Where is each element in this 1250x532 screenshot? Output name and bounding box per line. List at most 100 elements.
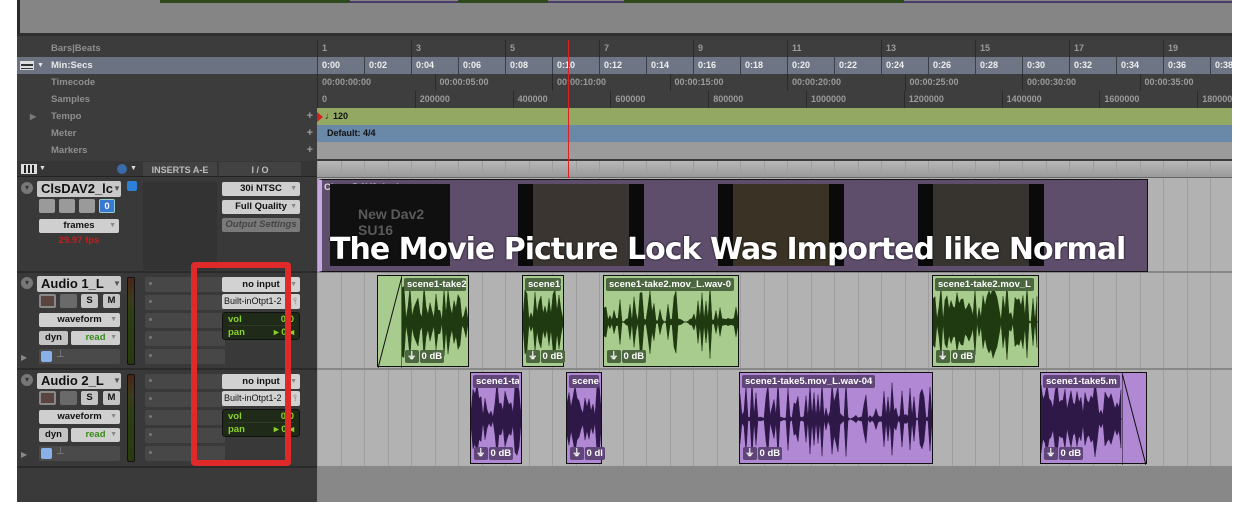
clock-icon[interactable]: [117, 164, 127, 174]
track-name[interactable]: Audio 1_L: [37, 276, 121, 292]
mute-button[interactable]: M: [103, 391, 120, 405]
timebase-clock-icon[interactable]: [41, 351, 52, 362]
grid-line: [1187, 161, 1188, 177]
expand-triangle-icon[interactable]: ▶: [21, 353, 27, 362]
chevron-down-icon[interactable]: ▼: [113, 276, 125, 292]
collapse-icon[interactable]: ▾: [21, 277, 33, 289]
ruler-track[interactable]: 1 3 5 7 9 11 13 15 17 19: [317, 40, 1232, 57]
grid-line: [552, 370, 553, 466]
audio-clip[interactable]: scene1-take5.m ⏚ 0 dB: [1040, 372, 1147, 465]
io-column-header[interactable]: I / O: [219, 162, 301, 176]
universe-overview[interactable]: [17, 0, 1232, 36]
ruler-meter[interactable]: Meter + Default: 4/4: [17, 125, 1232, 142]
video-solo-button[interactable]: [59, 199, 75, 213]
dyn-button[interactable]: dyn: [39, 331, 68, 345]
clip-gain-icon[interactable]: ⏚: [936, 350, 950, 363]
tempo-marker-icon[interactable]: [317, 112, 323, 122]
elastic-audio-icon[interactable]: ⊥: [56, 349, 65, 360]
output-settings-button[interactable]: Output Settings: [222, 218, 300, 232]
clip-gain-icon[interactable]: ⏚: [526, 350, 540, 363]
record-enable-button[interactable]: [39, 294, 56, 308]
chevron-down-icon[interactable]: ▼: [39, 161, 46, 177]
input-monitor-button[interactable]: [60, 294, 77, 308]
audio-clip[interactable]: scene1-take2.mov_L.wav-0 ⏚ 0 dB: [603, 275, 739, 367]
ruler-bars-beats[interactable]: Bars|Beats 1 3 5 7 9 11 13 15 17 19: [17, 40, 1232, 57]
video-format-dropdown[interactable]: 30i NTSC: [222, 182, 300, 196]
meter-track[interactable]: Default: 4/4: [317, 125, 1232, 142]
expand-triangle-icon[interactable]: ▶: [21, 450, 27, 459]
automation-mode-dropdown[interactable]: read: [71, 428, 120, 442]
ruler-min-secs[interactable]: ▼ Min:Secs 0:00 0:02 0:04 0:06 0:08 0:10 0:12 0…: [17, 57, 1232, 74]
chevron-down-icon[interactable]: ▼: [37, 57, 44, 74]
grid-line: [388, 161, 389, 177]
ruler-tick-label: 1: [317, 40, 327, 57]
ruler-track[interactable]: 00:00:00:00 00:00:05:00 00:00:10:00 00:00:1…: [317, 74, 1232, 91]
ruler-view-icon[interactable]: [20, 61, 34, 70]
inserts-column-header[interactable]: INSERTS A-E: [143, 162, 217, 176]
ruler-label: Samples: [17, 91, 317, 108]
grid-line: [1163, 273, 1164, 368]
clip-gain-icon[interactable]: ⏚: [474, 447, 488, 460]
audio-clip[interactable]: scene1-ta ⏚ 0 dB: [470, 372, 522, 464]
ruler-tempo[interactable]: ▶ Tempo + ♩ 120: [17, 108, 1232, 125]
ruler-timecode[interactable]: Timecode 00:00:00:00 00:00:05:00 00:00:10:…: [17, 74, 1232, 91]
dyn-button[interactable]: dyn: [39, 428, 68, 442]
audio-track-lane[interactable]: scene1-ta ⏚ 0 dB scene ⏚ 0 dl scene1-take5…: [317, 370, 1232, 468]
collapse-icon[interactable]: ▾: [21, 182, 33, 194]
audio-clip[interactable]: scene1-take5.mov_L.wav-04 ⏚ 0 dB: [739, 372, 933, 464]
add-tempo-button[interactable]: +: [307, 108, 313, 125]
video-view-dropdown[interactable]: frames: [39, 219, 119, 233]
video-record-button[interactable]: [39, 199, 55, 213]
audio-clip[interactable]: scene1- ⏚ 0 dB: [522, 275, 566, 367]
clip-gain-icon[interactable]: ⏚: [743, 447, 757, 460]
ruler-samples[interactable]: Samples 0 200000 400000 600000 800000 1000000…: [17, 91, 1232, 108]
clip-gain-icon[interactable]: ⏚: [405, 350, 419, 363]
ruler-track[interactable]: 0:00 0:02 0:04 0:06 0:08 0:10 0:12 0:14 0:16 0:18…: [317, 57, 1232, 74]
video-online-icon[interactable]: [127, 181, 137, 191]
collapse-icon[interactable]: ▾: [21, 374, 33, 386]
track-view-dropdown[interactable]: waveform: [39, 313, 120, 327]
fade-out[interactable]: [1122, 373, 1146, 465]
ruler-track[interactable]: 0 200000 400000 600000 800000 1000000 1200000 1…: [317, 91, 1232, 108]
overview-clip: [904, 0, 1232, 3]
fade-in[interactable]: [378, 276, 402, 368]
track-list-view-icon[interactable]: [21, 164, 37, 174]
chevron-down-icon[interactable]: ▼: [113, 373, 125, 389]
timebase-clock-icon[interactable]: [41, 448, 52, 459]
record-enable-button[interactable]: [39, 391, 56, 405]
markers-track[interactable]: [317, 142, 1232, 159]
elastic-audio-icon[interactable]: ⊥: [56, 446, 65, 457]
track-view-dropdown[interactable]: waveform: [39, 410, 120, 424]
add-meter-button[interactable]: +: [307, 125, 313, 142]
audio-clip[interactable]: scene1-take2 ⏚ 0 dB: [377, 275, 469, 368]
ruler-markers[interactable]: Markers +: [17, 142, 1232, 159]
grid-line: [458, 370, 459, 466]
audio-clip[interactable]: scene1-take2.mov_L ⏚ 0 dB: [932, 275, 1039, 367]
audio-track-lane[interactable]: scene1-take2 ⏚ 0 dB scene1- ⏚ 0 dB scene1-…: [317, 273, 1232, 370]
ruler-tick-label: 0:32: [1069, 57, 1092, 74]
clip-gain-icon[interactable]: ⏚: [570, 447, 584, 460]
video-quality-dropdown[interactable]: Full Quality: [222, 200, 300, 214]
chevron-down-icon[interactable]: ▼: [113, 181, 125, 197]
ruler-tick-label: 15: [975, 40, 990, 57]
grid-line: [1210, 178, 1211, 271]
track-name[interactable]: Audio 2_L: [37, 373, 121, 389]
track-name[interactable]: ClsDAV2_lc: [37, 181, 121, 197]
input-monitor-button[interactable]: [60, 391, 77, 405]
video-online-button[interactable]: 0: [99, 199, 115, 213]
video-mute-button[interactable]: [79, 199, 95, 213]
ruler-tick-label: 00:00:15:00: [669, 74, 724, 91]
automation-mode-dropdown[interactable]: read: [71, 331, 120, 345]
mute-button[interactable]: M: [103, 294, 120, 308]
audio-clip[interactable]: scene ⏚ 0 dl: [566, 372, 605, 464]
add-marker-button[interactable]: +: [307, 142, 313, 159]
clip-gain: ⏚ 0 dB: [474, 447, 514, 460]
chevron-down-icon[interactable]: ▼: [130, 161, 137, 177]
solo-button[interactable]: S: [81, 294, 98, 308]
expand-triangle-icon[interactable]: ▶: [30, 108, 36, 125]
solo-button[interactable]: S: [81, 391, 98, 405]
tempo-track[interactable]: ♩ 120: [317, 108, 1232, 125]
clip-gain-icon[interactable]: ⏚: [1044, 447, 1058, 460]
clip-gain-icon[interactable]: ⏚: [607, 350, 621, 363]
playhead-cursor[interactable]: [568, 40, 569, 178]
